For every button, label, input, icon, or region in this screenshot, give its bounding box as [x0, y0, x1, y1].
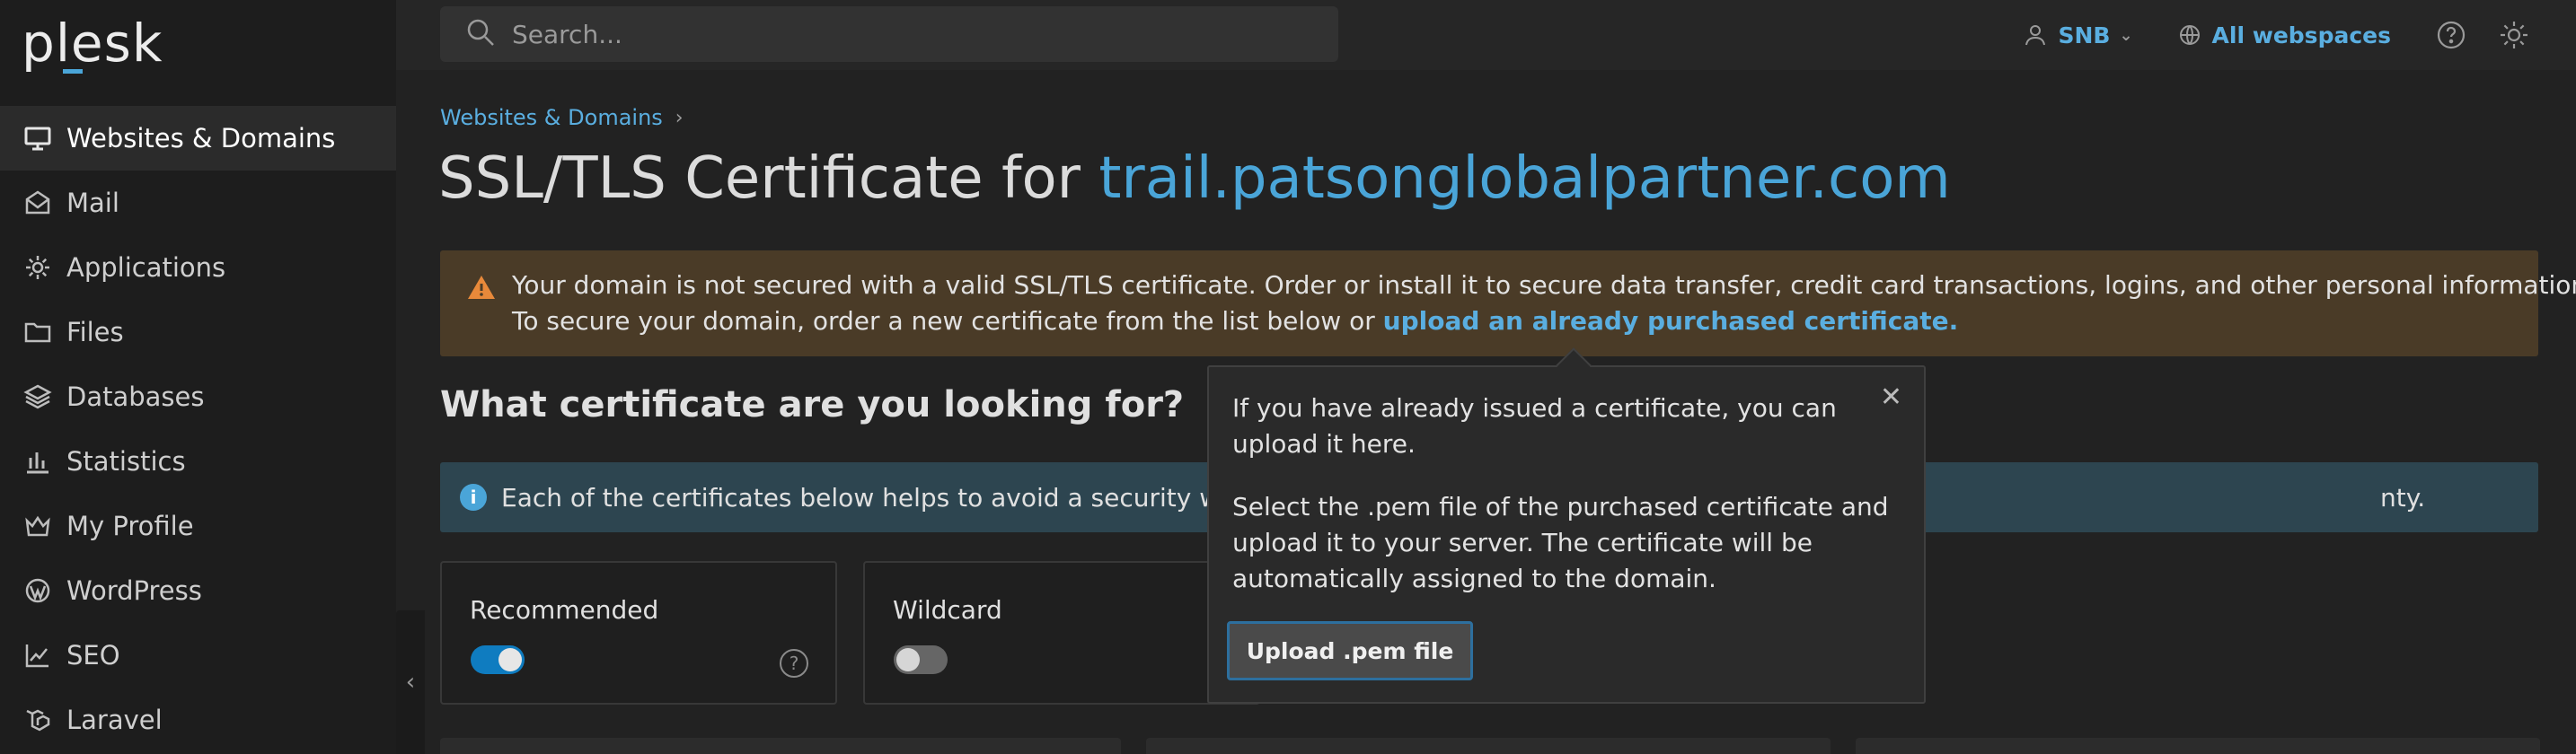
layers-icon [22, 381, 54, 413]
sidebar-item-my-profile[interactable]: My Profile [0, 494, 396, 558]
user-icon [2025, 25, 2046, 46]
search-box[interactable] [440, 6, 1338, 62]
toggle-knob [498, 648, 522, 671]
sidebar-item-label: My Profile [66, 511, 194, 541]
upload-certificate-popover: ✕ If you have already issued a certifica… [1207, 347, 1926, 704]
chevron-right-icon: › [675, 106, 684, 129]
sidebar-item-label: Laravel [66, 705, 163, 735]
user-menu[interactable]: SNB ⌄ [2024, 22, 2133, 48]
filter-card-wildcard: Wildcard [863, 561, 1260, 705]
filter-card-recommended: Recommended ? [440, 561, 837, 705]
theme-toggle-button[interactable] [2499, 20, 2529, 50]
upload-certificate-link[interactable]: upload an already purchased certificate. [1383, 306, 1959, 336]
sidebar-item-label: Websites & Domains [66, 123, 336, 153]
search-input[interactable] [512, 19, 1302, 49]
filter-label: Wildcard [893, 595, 1002, 625]
trend-chart-icon [22, 639, 54, 671]
sidebar-item-databases[interactable]: Databases [0, 364, 396, 429]
title-domain: trail.patsonglobalpartner.com [1098, 145, 1951, 212]
sidebar-item-websites-domains[interactable]: Websites & Domains [0, 106, 396, 171]
breadcrumb-link[interactable]: Websites & Domains [440, 105, 663, 130]
sidebar-item-statistics[interactable]: Statistics [0, 429, 396, 494]
plesk-logo[interactable]: plesk [22, 13, 163, 75]
topbar-actions: SNB ⌄ All webspaces [2024, 0, 2576, 70]
sidebar-item-label: Files [66, 317, 124, 347]
upload-pem-button[interactable]: Upload .pem file [1227, 621, 1473, 680]
sidebar-collapse-button[interactable]: ‹ [396, 610, 425, 754]
warning-text-line1: Your domain is not secured with a valid … [512, 270, 2576, 300]
title-prefix: SSL/TLS Certificate for [438, 145, 1099, 212]
logo-underline [63, 69, 83, 74]
info-text: Each of the certificates below helps to … [501, 482, 1268, 513]
popover-text-2: Select the .pem file of the purchased ce… [1232, 492, 1889, 593]
sidebar-item-laravel[interactable]: Laravel [0, 688, 396, 752]
certificate-card-partial [440, 738, 1121, 754]
info-text-tail: nty. [2380, 482, 2426, 513]
sidebar-item-files[interactable]: Files [0, 300, 396, 364]
sidebar-item-label: Statistics [66, 446, 186, 477]
warning-text-line2: To secure your domain, order a new certi… [512, 306, 1958, 336]
gear-icon [22, 251, 54, 284]
sun-icon [2501, 22, 2527, 48]
toggle-knob [896, 648, 920, 671]
warning-icon [468, 276, 495, 299]
sidebar-item-label: Applications [66, 252, 226, 283]
chevron-left-icon: ‹ [405, 669, 416, 696]
search-icon [465, 17, 496, 51]
breadcrumb: Websites & Domains › [440, 105, 684, 130]
ssl-warning-banner: Your domain is not secured with a valid … [440, 250, 2576, 356]
logo-text: plesk [22, 13, 163, 74]
globe-icon [2179, 25, 2200, 45]
sidebar-item-wordpress[interactable]: WordPress [0, 558, 396, 623]
sidebar-nav: Websites & Domains Mail Applications Fil… [0, 106, 396, 752]
crown-icon [22, 510, 54, 542]
sidebar-item-label: Databases [66, 381, 205, 412]
monitor-icon [22, 122, 54, 154]
help-icon[interactable]: ? [780, 649, 808, 678]
laravel-icon [22, 704, 54, 736]
topbar: SNB ⌄ All webspaces [396, 0, 2576, 70]
mail-icon [22, 187, 54, 219]
sidebar-item-applications[interactable]: Applications [0, 235, 396, 300]
section-heading: What certificate are you looking for? [440, 384, 1185, 425]
webspaces-selector[interactable]: All webspaces [2178, 22, 2391, 48]
wildcard-toggle[interactable] [894, 645, 948, 674]
webspaces-label: All webspaces [2211, 22, 2391, 48]
recommended-toggle[interactable] [471, 645, 525, 674]
help-button[interactable] [2436, 20, 2466, 50]
help-icon [2437, 21, 2466, 49]
sidebar-item-seo[interactable]: SEO [0, 623, 396, 688]
sidebar-item-label: Mail [66, 188, 119, 218]
filter-label: Recommended [470, 595, 659, 625]
wordpress-icon [22, 574, 54, 607]
certificate-card-partial [1856, 738, 2540, 754]
bar-chart-icon [22, 445, 54, 478]
sidebar-item-mail[interactable]: Mail [0, 171, 396, 235]
sidebar: plesk Websites & Domains Mail Applicatio… [0, 0, 396, 754]
sidebar-item-label: SEO [66, 640, 120, 671]
warning-text-prefix: To secure your domain, order a new certi… [512, 306, 1383, 336]
page-title: SSL/TLS Certificate for trail.patsonglob… [438, 145, 1951, 212]
chevron-down-icon: ⌄ [2119, 25, 2133, 45]
folder-icon [22, 316, 54, 348]
popover-text-1: If you have already issued a certificate… [1232, 393, 1837, 459]
info-icon: i [460, 484, 487, 511]
user-label: SNB [2058, 22, 2111, 48]
certificate-card-partial [1146, 738, 1831, 754]
sidebar-item-label: WordPress [66, 575, 202, 606]
